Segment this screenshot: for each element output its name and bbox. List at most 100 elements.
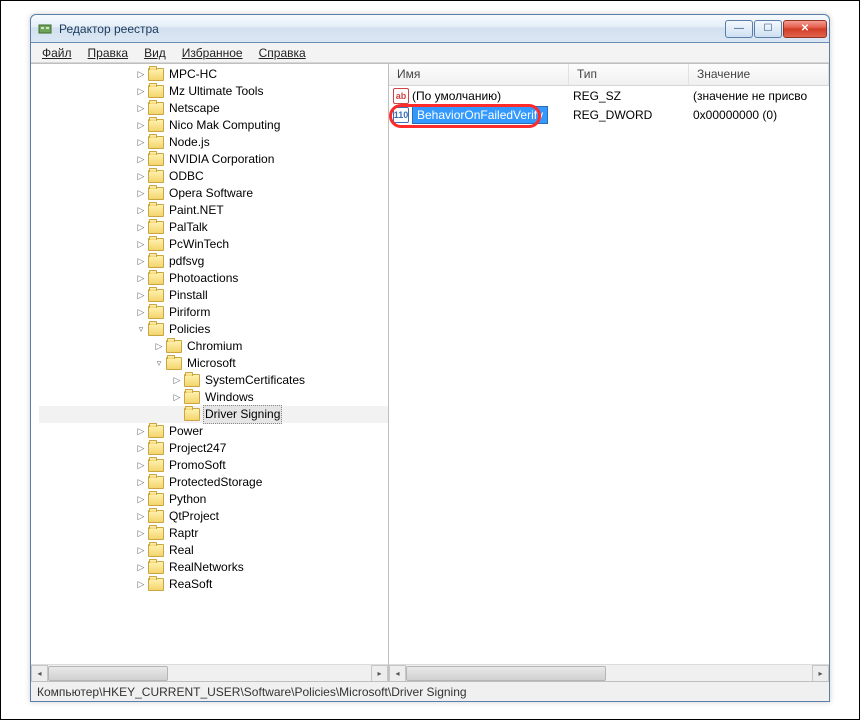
expander-icon[interactable]: ▷: [135, 205, 147, 217]
titlebar[interactable]: Редактор реестра — ☐ ✕: [31, 15, 829, 43]
expander-icon[interactable]: ▷: [135, 273, 147, 285]
scroll-thumb[interactable]: [48, 666, 168, 681]
tree-node[interactable]: ▷Mz Ultimate Tools: [39, 83, 388, 100]
tree-node-label: Power: [167, 423, 205, 440]
expander-icon[interactable]: ▷: [135, 222, 147, 234]
expander-icon[interactable]: ▷: [135, 154, 147, 166]
tree-node[interactable]: ▷QtProject: [39, 508, 388, 525]
maximize-button[interactable]: ☐: [754, 20, 782, 38]
column-type[interactable]: Тип: [569, 64, 689, 85]
tree-node[interactable]: ▷ Photoactions: [39, 270, 388, 287]
tree-node[interactable]: ▷SystemCertificates: [39, 372, 388, 389]
expander-icon[interactable]: ▷: [135, 137, 147, 149]
app-icon: [37, 21, 53, 37]
expander-icon[interactable]: ▿: [135, 324, 147, 336]
menu-file[interactable]: Файл: [35, 44, 79, 62]
tree-node[interactable]: ▷Chromium: [39, 338, 388, 355]
minimize-button[interactable]: —: [725, 20, 753, 38]
scroll-left-icon[interactable]: ◂: [31, 665, 48, 681]
tree-node[interactable]: ▷Node.js: [39, 134, 388, 151]
value-row[interactable]: 110BehaviorOnFailedVerifyREG_DWORD0x0000…: [389, 105, 829, 124]
tree-node[interactable]: ▷Real: [39, 542, 388, 559]
expander-icon[interactable]: ▷: [135, 511, 147, 523]
tree-node[interactable]: ▿Policies: [39, 321, 388, 338]
tree-node-label: MPC-HC: [167, 66, 219, 83]
column-name[interactable]: Имя: [389, 64, 569, 85]
expander-icon[interactable]: ▷: [135, 256, 147, 268]
tree-node[interactable]: ▷Opera Software: [39, 185, 388, 202]
dword-value-icon: 110: [393, 107, 409, 123]
tree-node[interactable]: Driver Signing: [39, 406, 388, 423]
menu-favorites[interactable]: Избранное: [175, 44, 250, 62]
tree-node[interactable]: ▷PromoSoft: [39, 457, 388, 474]
registry-tree[interactable]: ▷MPC-HC▷Mz Ultimate Tools▷Netscape▷Nico …: [31, 66, 388, 593]
tree-node[interactable]: ▷RealNetworks: [39, 559, 388, 576]
value-row[interactable]: ab(По умолчанию)REG_SZ(значение не присв…: [389, 86, 829, 105]
tree-node[interactable]: ▷Piriform: [39, 304, 388, 321]
expander-icon[interactable]: ▷: [135, 460, 147, 472]
expander-icon[interactable]: ▷: [135, 307, 147, 319]
tree-node[interactable]: ▷ ReaSoft: [39, 576, 388, 593]
expander-icon[interactable]: ▷: [135, 120, 147, 132]
expander-icon[interactable]: ▷: [171, 392, 183, 404]
expander-icon[interactable]: ▷: [135, 562, 147, 574]
scroll-thumb[interactable]: [406, 666, 606, 681]
list-hscrollbar[interactable]: ◂ ▸: [389, 664, 829, 681]
expander-icon[interactable]: ▷: [135, 528, 147, 540]
menu-edit[interactable]: Правка: [81, 44, 136, 62]
expander-icon[interactable]: ▷: [135, 443, 147, 455]
tree-hscrollbar[interactable]: ◂ ▸: [31, 664, 388, 681]
tree-node-label: Pinstall: [167, 287, 210, 304]
scroll-right-icon[interactable]: ▸: [371, 665, 388, 681]
tree-node[interactable]: ▷PalTalk: [39, 219, 388, 236]
expander-icon[interactable]: ▷: [135, 86, 147, 98]
tree-node[interactable]: ▷ODBC: [39, 168, 388, 185]
expander-icon[interactable]: ▷: [135, 290, 147, 302]
tree-node[interactable]: ▷ MPC-HC: [39, 66, 388, 83]
tree-node[interactable]: ▷ProtectedStorage: [39, 474, 388, 491]
close-button[interactable]: ✕: [783, 20, 827, 38]
tree-node-label: Driver Signing: [203, 405, 282, 424]
folder-icon: [148, 102, 164, 115]
expander-icon[interactable]: ▷: [135, 171, 147, 183]
tree-node[interactable]: ▷ Power: [39, 423, 388, 440]
tree-node[interactable]: ▷ Netscape: [39, 100, 388, 117]
tree-node[interactable]: ▷Python: [39, 491, 388, 508]
folder-icon: [148, 187, 164, 200]
expander-icon[interactable]: ▷: [135, 188, 147, 200]
expander-icon[interactable]: ▷: [171, 375, 183, 387]
expander-icon[interactable]: ▷: [135, 477, 147, 489]
expander-icon[interactable]: ▷: [135, 579, 147, 591]
tree-node[interactable]: ▷Paint.NET: [39, 202, 388, 219]
expander-icon[interactable]: ▷: [135, 103, 147, 115]
expander-icon[interactable]: ▿: [153, 358, 165, 370]
tree-node-label: Photoactions: [167, 270, 240, 287]
scroll-right-icon[interactable]: ▸: [812, 665, 829, 681]
expander-icon[interactable]: ▷: [135, 69, 147, 81]
tree-node[interactable]: ▿Microsoft: [39, 355, 388, 372]
expander-icon[interactable]: ▷: [135, 545, 147, 557]
menubar: Файл Правка Вид Избранное Справка: [31, 43, 829, 63]
expander-icon[interactable]: ▷: [153, 341, 165, 353]
registry-editor-window: Редактор реестра — ☐ ✕ Файл Правка Вид И…: [30, 14, 830, 702]
scroll-left-icon[interactable]: ◂: [389, 665, 406, 681]
expander-icon[interactable]: ▷: [135, 494, 147, 506]
column-value[interactable]: Значение: [689, 64, 829, 85]
tree-node[interactable]: ▷pdfsvg: [39, 253, 388, 270]
tree-node-label: Nico Mak Computing: [167, 117, 282, 134]
tree-node[interactable]: ▷Windows: [39, 389, 388, 406]
tree-node[interactable]: ▷NVIDIA Corporation: [39, 151, 388, 168]
tree-node[interactable]: ▷PcWinTech: [39, 236, 388, 253]
menu-help[interactable]: Справка: [252, 44, 313, 62]
tree-node[interactable]: ▷Project247: [39, 440, 388, 457]
value-list[interactable]: ab(По умолчанию)REG_SZ(значение не присв…: [389, 86, 829, 664]
expander-icon[interactable]: ▷: [135, 239, 147, 251]
tree-node-label: ReaSoft: [167, 576, 214, 593]
tree-node[interactable]: ▷ Nico Mak Computing: [39, 117, 388, 134]
tree-node[interactable]: ▷Raptr: [39, 525, 388, 542]
tree-node[interactable]: ▷ Pinstall: [39, 287, 388, 304]
expander-icon[interactable]: ▷: [135, 426, 147, 438]
value-name-editing[interactable]: BehaviorOnFailedVerify: [412, 106, 548, 124]
tree-node-label: Netscape: [167, 100, 222, 117]
menu-view[interactable]: Вид: [137, 44, 173, 62]
